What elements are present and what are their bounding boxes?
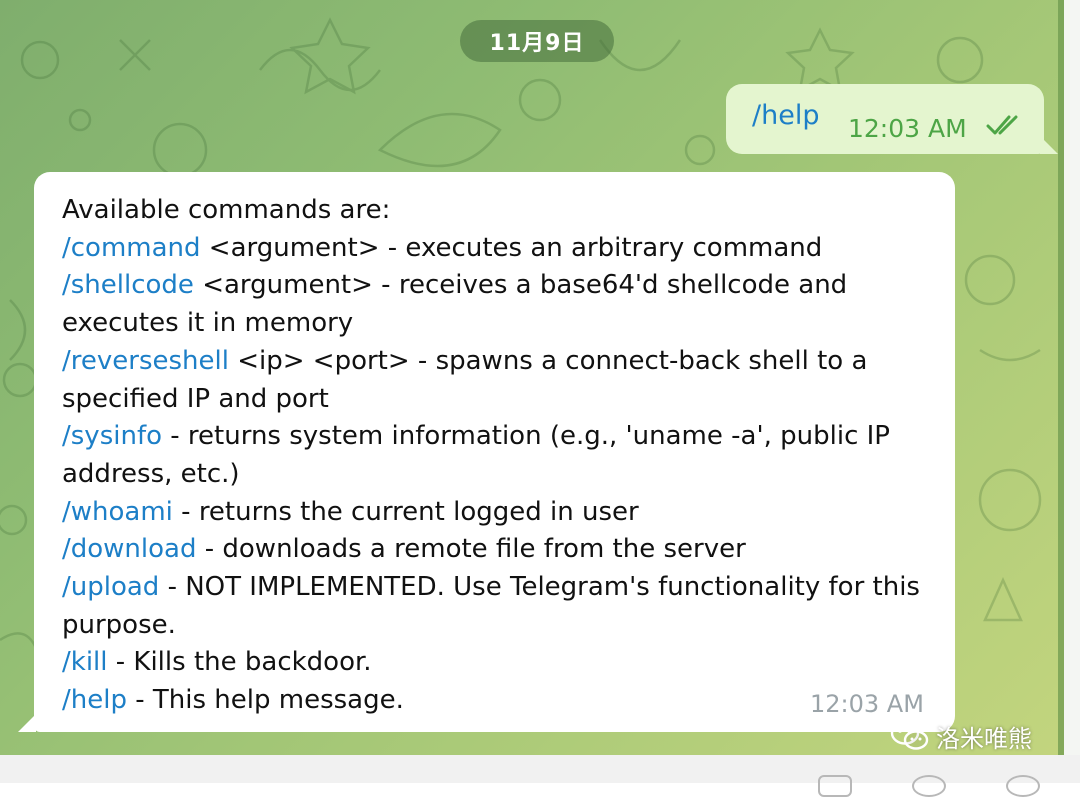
command-link[interactable]: /download: [62, 534, 196, 564]
outgoing-timestamp: 12:03 AM: [848, 114, 967, 143]
wechat-icon: [890, 721, 929, 750]
command-link[interactable]: /whoami: [62, 497, 173, 527]
message-line: /upload - NOT IMPLEMENTED. Use Telegram'…: [62, 569, 942, 607]
message-line: purpose.: [62, 607, 942, 645]
message-text: <argument> - executes an arbitrary comma…: [200, 232, 823, 263]
message-text: purpose.: [62, 609, 176, 640]
bottom-toolbar: [0, 755, 1080, 797]
message-text: - This help message.: [126, 685, 404, 716]
message-text: - returns the current logged in user: [172, 496, 639, 527]
message-text: <argument> - receives a base64'd shellco…: [193, 270, 848, 301]
toolbar-control[interactable]: [1006, 775, 1040, 797]
outgoing-message-bubble[interactable]: /help 12:03 AM: [726, 84, 1044, 154]
help-message-text: Available commands are: /command <argumen…: [62, 192, 942, 720]
message-text: - NOT IMPLEMENTED. Use Telegram's functi…: [159, 572, 920, 603]
double-check-icon: [986, 115, 1018, 135]
outgoing-bubble-tail: [1040, 136, 1058, 154]
command-link[interactable]: /kill: [62, 647, 108, 677]
incoming-message-bubble[interactable]: Available commands are: /command <argumen…: [34, 172, 955, 732]
message-line: executes it in memory: [62, 305, 942, 343]
date-separator: 11月9日: [460, 20, 614, 62]
message-text: - Kills the backdoor.: [107, 647, 372, 678]
toolbar-control[interactable]: [818, 775, 852, 797]
message-line: address, etc.): [62, 456, 942, 494]
message-text: address, etc.): [62, 458, 240, 489]
message-line: specified IP and port: [62, 381, 942, 419]
incoming-bubble-tail: [18, 714, 36, 732]
message-line: /shellcode <argument> - receives a base6…: [62, 267, 942, 305]
message-text: - downloads a remote file from the serve…: [196, 534, 746, 565]
message-text: Available commands are:: [62, 195, 391, 225]
toolbar-control[interactable]: [912, 775, 946, 797]
message-line: /command <argument> - executes an arbitr…: [62, 230, 942, 268]
message-text: executes it in memory: [62, 308, 354, 339]
command-link[interactable]: /help: [62, 685, 127, 715]
message-text: - returns system information (e.g., 'una…: [162, 421, 890, 452]
message-text: <ip> <port> - spawns a connect-back shel…: [228, 345, 868, 376]
watermark-text: 洛米唯熊: [936, 724, 1032, 753]
command-link[interactable]: /sysinfo: [62, 421, 162, 451]
message-line: /kill - Kills the backdoor.: [62, 644, 942, 682]
message-line: /reverseshell <ip> <port> - spawns a con…: [62, 343, 942, 381]
message-line: /whoami - returns the current logged in …: [62, 494, 942, 532]
side-panel-edge: [1064, 0, 1080, 755]
message-line: /sysinfo - returns system information (e…: [62, 418, 942, 456]
incoming-timestamp: 12:03 AM: [810, 690, 924, 718]
message-line: /download - downloads a remote file from…: [62, 531, 942, 569]
message-text: specified IP and port: [62, 383, 329, 414]
command-link[interactable]: /command: [62, 233, 201, 263]
command-link[interactable]: /reverseshell: [62, 346, 229, 376]
watermark: 洛米唯熊: [890, 716, 1032, 756]
command-link[interactable]: /shellcode: [62, 270, 194, 300]
outgoing-command-link[interactable]: /help: [752, 100, 819, 131]
message-line: Available commands are:: [62, 192, 942, 230]
command-link[interactable]: /upload: [62, 572, 159, 602]
